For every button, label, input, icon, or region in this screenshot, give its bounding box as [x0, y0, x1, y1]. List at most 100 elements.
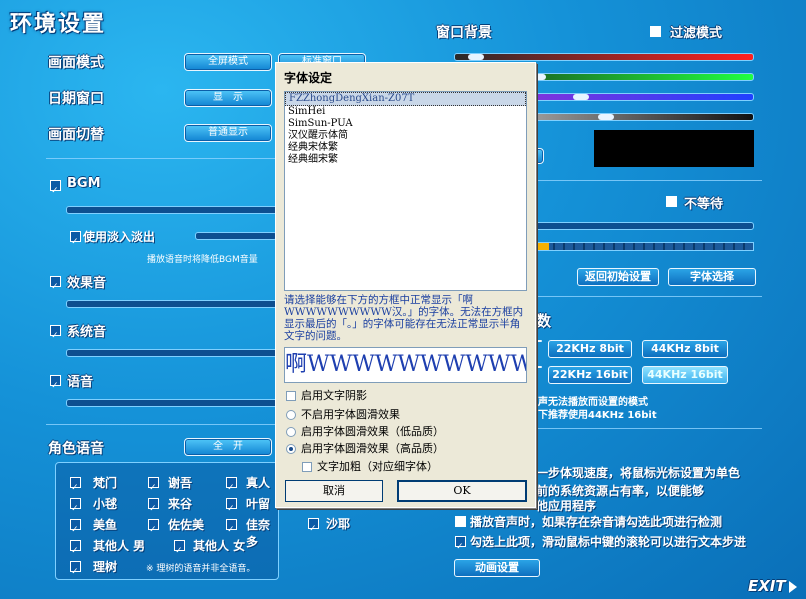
- char-label: 其他人 女: [193, 539, 246, 553]
- voice-label: 语音: [67, 375, 94, 390]
- noise-check-checkbox[interactable]: [455, 516, 466, 527]
- filter-mode-checkbox[interactable]: [650, 26, 661, 37]
- system-sound-label: 系统音: [67, 325, 107, 340]
- char-label: 沙耶: [326, 517, 351, 531]
- divider: [534, 180, 762, 181]
- aa-high-option[interactable]: 启用字体圆滑效果（高品质）: [286, 440, 444, 456]
- bg-blue-knob[interactable]: [573, 94, 589, 100]
- system-sound-checkbox[interactable]: [50, 325, 61, 336]
- freq-note-2: 下推荐使用44KHz 16bit: [538, 410, 657, 421]
- char-checkbox-kanata[interactable]: [226, 519, 237, 530]
- voice-volume-slider[interactable]: [66, 399, 278, 407]
- font-description: 请选择能够在下方的方框中正常显示「啊WWWWWWWWWW汉。」的字体。无法在方框…: [284, 294, 524, 342]
- char-checkbox-mio[interactable]: [70, 519, 81, 530]
- freq-22k-8bit-button[interactable]: 22KHz 8bit: [548, 340, 632, 358]
- noise-check-label: 播放音声时，如果存在杂音请勾选此项进行检测: [470, 515, 723, 529]
- char-label: 小毬: [93, 497, 118, 511]
- aa-off-radio[interactable]: [286, 410, 296, 420]
- font-list-item[interactable]: SimHei: [285, 106, 526, 118]
- all-on-button[interactable]: 全 开: [184, 438, 272, 456]
- font-list-item[interactable]: 汉仪醒示体简: [285, 130, 526, 142]
- shadow-checkbox[interactable]: [286, 391, 296, 401]
- char-checkbox-kyousuke[interactable]: [70, 477, 81, 488]
- char-checkbox-saya[interactable]: [308, 518, 319, 529]
- font-select-button[interactable]: 字体选择: [668, 268, 756, 286]
- font-preview: 啊WWWWWWWWWWW: [284, 347, 527, 383]
- char-label: 其他人 男: [93, 539, 146, 553]
- date-window-button[interactable]: 显 示: [184, 89, 272, 107]
- freq-44k-16bit-button[interactable]: 44KHz 16bit: [642, 366, 728, 384]
- cancel-button[interactable]: 取消: [285, 480, 383, 502]
- font-list[interactable]: FZZhongDengXian-Z07T SimHei SimSun-PUA 汉…: [284, 91, 527, 291]
- char-checkbox-other-male[interactable]: [70, 540, 81, 551]
- dialog-title: 字体设定: [284, 71, 333, 85]
- font-list-item[interactable]: 经典细宋繁: [285, 154, 526, 166]
- perf-note-1: 一步体现速度，将鼠标光标设置为单色: [536, 466, 741, 480]
- reset-defaults-button[interactable]: 返回初始设置: [577, 268, 659, 286]
- bold-label: 文字加粗（对应细字体）: [317, 460, 438, 473]
- screen-switch-button[interactable]: 普通显示: [184, 124, 272, 142]
- bg-red-slider[interactable]: [454, 53, 754, 61]
- wheel-step-checkbox[interactable]: [455, 536, 466, 547]
- char-checkbox-haruka[interactable]: [226, 498, 237, 509]
- char-label: 谢吾: [168, 476, 193, 490]
- char-checkbox-kengo[interactable]: [148, 477, 159, 488]
- char-checkbox-sasami[interactable]: [148, 519, 159, 530]
- bgm-volume-slider[interactable]: [66, 206, 278, 214]
- aa-high-radio[interactable]: [286, 444, 296, 454]
- fullscreen-button[interactable]: 全屏模式: [184, 53, 272, 71]
- exit-button[interactable]: EXIT: [748, 577, 786, 595]
- animation-settings-button[interactable]: 动画设置: [454, 559, 540, 577]
- text-speed-slider[interactable]: [534, 222, 754, 230]
- no-wait-label: 不等待: [684, 197, 724, 212]
- no-wait-checkbox[interactable]: [666, 196, 677, 207]
- char-checkbox-riki[interactable]: [70, 561, 81, 572]
- riki-note: ※ 理树的语音并非全语音。: [146, 564, 256, 574]
- char-checkbox-komari[interactable]: [70, 498, 81, 509]
- bg-red-knob[interactable]: [468, 54, 484, 60]
- sfx-checkbox[interactable]: [50, 276, 61, 287]
- aa-low-label: 启用字体圆滑效果（低品质）: [301, 425, 444, 438]
- font-list-item[interactable]: FZZhongDengXian-Z07T: [285, 92, 526, 106]
- voice-checkbox[interactable]: [50, 375, 61, 386]
- char-checkbox-kurugaya[interactable]: [148, 498, 159, 509]
- aa-low-option[interactable]: 启用字体圆滑效果（低品质）: [286, 423, 444, 439]
- fade-checkbox[interactable]: [70, 231, 81, 242]
- char-label: 叶留: [246, 497, 271, 511]
- sfx-label: 效果音: [67, 276, 107, 291]
- aa-low-radio[interactable]: [286, 427, 296, 437]
- perf-note-3: 他应用程序: [536, 499, 597, 513]
- divider: [46, 158, 276, 159]
- char-label: 佳奈多: [246, 518, 271, 549]
- bg-alpha-knob[interactable]: [598, 114, 614, 120]
- fade-label: 使用淡入淡出: [83, 230, 156, 244]
- bgm-note: 播放语音时将降低BGM音量: [147, 255, 258, 265]
- date-window-label: 日期窗口: [48, 91, 104, 107]
- char-voice-label: 角色语音: [48, 441, 104, 457]
- font-list-item[interactable]: SimSun-PUA: [285, 118, 526, 130]
- aa-off-option[interactable]: 不启用字体圆滑效果: [286, 406, 400, 422]
- auto-speed-gauge[interactable]: [534, 242, 754, 251]
- character-voice-panel: 梵门 谢吾 真人 小毬 来谷 叶留 美鱼 佐佐美 佳奈多 其他人 男 其他人 女…: [55, 462, 279, 580]
- shadow-option[interactable]: 启用文字阴影: [286, 387, 367, 403]
- char-label: 理树: [93, 560, 118, 574]
- sfx-volume-slider[interactable]: [66, 300, 278, 308]
- aa-high-label: 启用字体圆滑效果（高品质）: [301, 442, 444, 455]
- sound-section-label: 数: [536, 312, 552, 330]
- divider: [534, 428, 762, 429]
- char-checkbox-other-female[interactable]: [174, 540, 185, 551]
- divider: [46, 424, 276, 425]
- char-checkbox-masato[interactable]: [226, 477, 237, 488]
- fade-slider[interactable]: [195, 232, 277, 240]
- bold-checkbox[interactable]: [302, 462, 312, 472]
- screen-switch-label: 画面切替: [48, 127, 104, 143]
- freq-22k-16bit-button[interactable]: 22KHz 16bit: [548, 366, 632, 384]
- system-sound-slider[interactable]: [66, 349, 278, 357]
- font-settings-dialog: 字体设定 FZZhongDengXian-Z07T SimHei SimSun-…: [275, 62, 536, 508]
- bgm-checkbox[interactable]: [50, 180, 61, 191]
- ok-button[interactable]: OK: [397, 480, 527, 502]
- aa-off-label: 不启用字体圆滑效果: [301, 408, 400, 421]
- freq-44k-8bit-button[interactable]: 44KHz 8bit: [642, 340, 728, 358]
- bold-option[interactable]: 文字加粗（对应细字体）: [302, 458, 438, 474]
- font-list-item[interactable]: 经典宋体繁: [285, 142, 526, 154]
